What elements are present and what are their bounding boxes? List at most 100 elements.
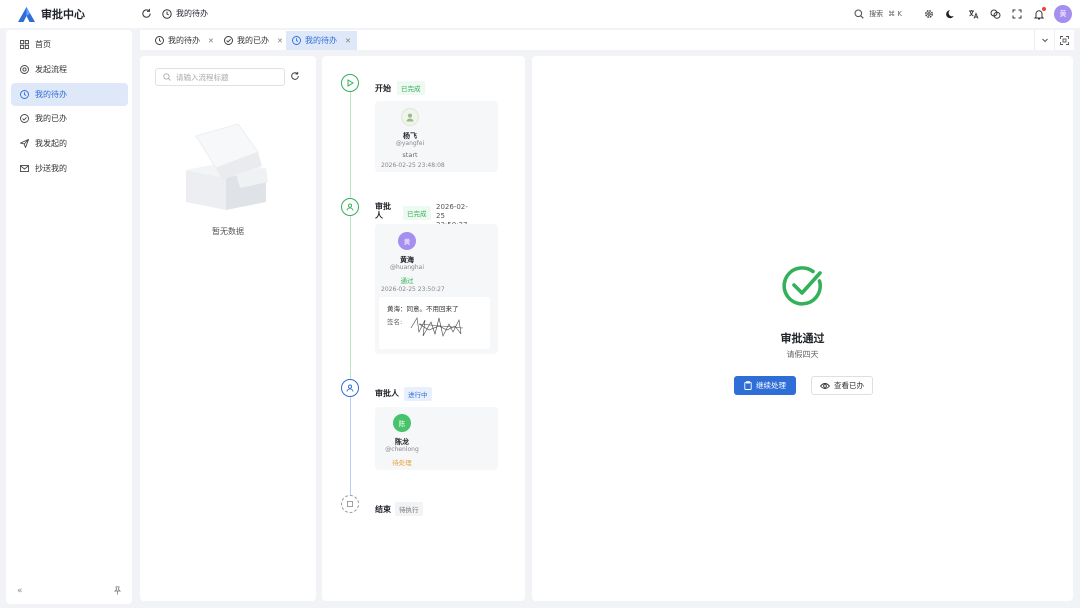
continue-processing-button[interactable]: 继续处理 — [734, 376, 796, 395]
task-search-input[interactable]: 请输入流程标题 — [155, 68, 285, 86]
status-badge: 已完成 — [397, 81, 425, 95]
signature-image — [410, 317, 464, 337]
view-done-button[interactable]: 查看已办 — [811, 376, 873, 395]
collapse-sidebar-button[interactable]: « — [17, 586, 23, 596]
close-icon[interactable]: ✕ — [208, 37, 214, 45]
approval-timeline-panel: 开始 已完成 杨飞 @yangfei start 2026-02-25 23:4… — [322, 56, 525, 601]
pin-icon[interactable] — [113, 586, 122, 595]
approval-time: 2026-02-25 23:48:08 — [381, 162, 445, 169]
sidebar-item-label: 我的已办 — [35, 114, 67, 123]
timeline-connector — [350, 397, 351, 495]
palette-icon — [990, 9, 1000, 19]
search-shortcut: ⌘ K — [888, 10, 902, 18]
button-label: 查看已办 — [834, 381, 864, 390]
start-process-icon — [20, 65, 29, 74]
language-button[interactable] — [962, 5, 984, 23]
node-title: 开始 — [375, 84, 391, 93]
node-title: 结束 — [375, 505, 391, 514]
expand-icon — [1060, 35, 1069, 45]
app-title: 审批中心 — [41, 8, 85, 21]
tab-bar: 我的待办 ✕ 我的已办 ✕ 我的待办 ✕ — [140, 30, 1074, 50]
sidebar-item-start-process[interactable]: 发起流程 — [11, 58, 128, 81]
sidebar-item-label: 抄送我的 — [35, 164, 67, 173]
timeline-node-approver — [341, 379, 359, 397]
status-badge: 已完成 — [403, 206, 431, 220]
dashboard-icon — [20, 40, 29, 49]
result-title: 审批通过 — [780, 332, 825, 345]
avatar: 陈 — [393, 414, 411, 432]
clock-icon — [162, 8, 172, 19]
sidebar-item-label: 发起流程 — [35, 65, 67, 74]
header-toolbar: 搜索 ⌘ K 黄 — [848, 5, 1072, 23]
sidebar-item-label: 首页 — [35, 40, 51, 49]
sidebar-item-my-todo[interactable]: 我的待办 — [11, 83, 128, 106]
user-avatar[interactable]: 黄 — [1054, 5, 1072, 23]
tab-menu-button[interactable] — [1034, 30, 1054, 50]
stop-icon — [347, 501, 353, 507]
timeline-node-end — [341, 495, 359, 513]
approval-note: 通过 — [400, 277, 414, 285]
approver-card: 杨飞 @yangfei start 2026-02-25 23:48:08 — [375, 101, 498, 172]
approver-card: 陈 陈龙 @chenlong 待处理 — [375, 407, 498, 470]
global-search-button[interactable]: 搜索 ⌘ K — [848, 5, 908, 23]
user-handle: @chenlong — [385, 446, 419, 453]
tab-my-todo[interactable]: 我的待办 ✕ — [149, 31, 220, 50]
clock-icon — [20, 90, 29, 99]
approval-note: start — [402, 151, 418, 159]
button-label: 继续处理 — [756, 381, 786, 390]
user-icon — [346, 203, 354, 211]
user-photo-icon — [406, 113, 414, 122]
success-check-icon — [782, 266, 822, 306]
status-badge: 进行中 — [404, 387, 432, 401]
approval-note: 待处理 — [392, 459, 412, 467]
sidebar-item-cc-me[interactable]: 抄送我的 — [11, 157, 128, 180]
clock-icon — [292, 36, 301, 45]
tab-my-todo-active[interactable]: 我的待办 ✕ — [286, 31, 357, 50]
sidebar-item-label: 我的待办 — [35, 90, 67, 99]
tab-my-done[interactable]: 我的已办 ✕ — [218, 31, 289, 50]
avatar — [401, 108, 419, 126]
eye-icon — [820, 382, 830, 389]
theme-color-button[interactable] — [984, 5, 1006, 23]
empty-state-text: 暂无数据 — [212, 227, 244, 236]
fullscreen-button[interactable] — [1006, 5, 1028, 23]
sidebar-item-my-initiated[interactable]: 我发起的 — [11, 132, 128, 155]
user-handle: @yangfei — [395, 140, 425, 147]
node-title: 审批人 — [375, 202, 391, 220]
sidebar: 首页 发起流程 我的待办 我的已办 我发起的 抄送我的 « — [6, 30, 132, 604]
refresh-icon[interactable] — [290, 71, 300, 81]
theme-toggle-button[interactable] — [940, 5, 962, 23]
close-icon[interactable]: ✕ — [345, 37, 351, 45]
sidebar-item-my-done[interactable]: 我的已办 — [11, 107, 128, 130]
signature-label: 签名: — [387, 318, 403, 326]
tab-label: 我的待办 — [305, 36, 337, 45]
close-icon[interactable]: ✕ — [277, 37, 283, 45]
breadcrumb-label: 我的待办 — [176, 9, 208, 18]
chevron-down-icon — [1041, 38, 1048, 43]
refresh-icon[interactable] — [141, 8, 152, 19]
tab-maximize-button[interactable] — [1054, 30, 1074, 50]
node-title: 审批人 — [375, 389, 399, 398]
tab-label: 我的待办 — [168, 36, 200, 45]
clipboard-icon — [744, 381, 752, 390]
comment-text: 黄海：同意。不用回来了 — [387, 305, 459, 313]
approval-result-panel: 审批通过 请假四天 继续处理 查看已办 — [532, 56, 1073, 601]
approver-card: 黄 黄海 @huanghai 通过 2026-02-25 23:50:27 黄海… — [375, 224, 498, 354]
settings-button[interactable] — [918, 5, 940, 23]
notification-dot — [1042, 7, 1046, 11]
result-subtitle: 请假四天 — [786, 350, 819, 359]
sidebar-item-home[interactable]: 首页 — [11, 33, 128, 56]
tab-label: 我的已办 — [237, 36, 269, 45]
clock-icon — [155, 36, 164, 45]
tab-tools — [1034, 30, 1074, 50]
notification-button[interactable] — [1028, 5, 1050, 23]
approval-time: 2026-02-25 23:50:27 — [381, 286, 445, 293]
search-icon — [163, 73, 171, 81]
gear-icon — [925, 10, 933, 18]
app-logo[interactable]: 审批中心 — [18, 6, 85, 22]
moon-icon — [946, 10, 954, 19]
search-icon — [854, 9, 864, 19]
mail-icon — [20, 165, 29, 172]
check-circle-icon — [224, 36, 233, 45]
logo-icon — [18, 6, 35, 22]
